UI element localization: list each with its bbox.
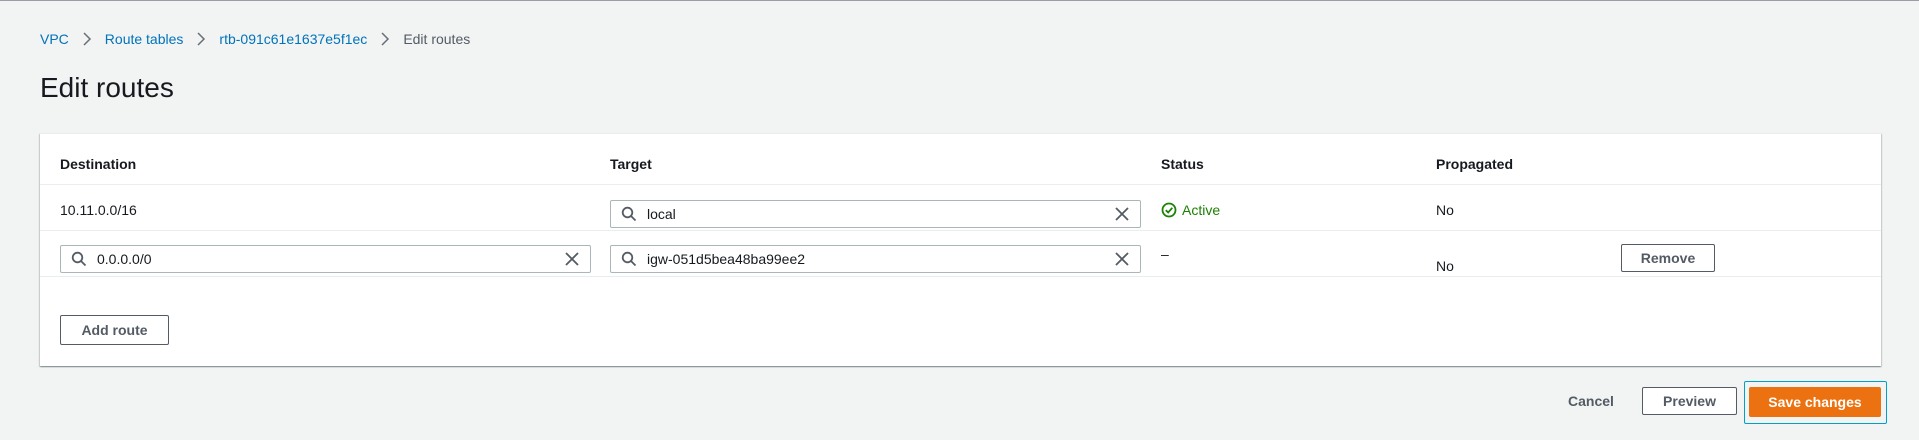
search-icon — [621, 251, 637, 267]
breadcrumb-route-table-id[interactable]: rtb-091c61e1637e5f1ec — [219, 31, 367, 47]
propagated-value: No — [1436, 202, 1454, 218]
add-route-button[interactable]: Add route — [60, 315, 169, 345]
cancel-button[interactable]: Cancel — [1554, 387, 1628, 415]
breadcrumb: VPC Route tables rtb-091c61e1637e5f1ec E… — [40, 29, 470, 49]
clear-icon[interactable] — [1114, 206, 1130, 222]
chevron-right-icon — [183, 29, 219, 49]
row-divider — [40, 184, 1881, 185]
row-divider — [40, 230, 1881, 231]
destination-input[interactable]: 0.0.0.0/0 — [60, 245, 591, 273]
breadcrumb-route-tables[interactable]: Route tables — [105, 31, 184, 47]
routes-table: Destination Target Status Propagated 10.… — [40, 133, 1881, 366]
search-icon — [621, 206, 637, 222]
breadcrumb-current: Edit routes — [403, 31, 471, 47]
breadcrumb-vpc[interactable]: VPC — [40, 31, 69, 47]
destination-value: 10.11.0.0/16 — [60, 202, 137, 218]
propagated-value: No — [1436, 258, 1454, 274]
destination-value: 0.0.0.0/0 — [97, 251, 152, 267]
clear-icon[interactable] — [564, 251, 580, 267]
target-value: igw-051d5bea48ba99ee2 — [647, 251, 806, 267]
header-target: Target — [610, 156, 652, 172]
chevron-right-icon — [69, 29, 105, 49]
status-text: Active — [1182, 202, 1221, 218]
search-icon — [71, 251, 87, 267]
status-badge: Active — [1161, 202, 1220, 218]
target-input[interactable]: igw-051d5bea48ba99ee2 — [610, 245, 1141, 273]
row-divider — [40, 276, 1881, 277]
save-changes-button[interactable]: Save changes — [1749, 387, 1881, 417]
target-value: local — [647, 206, 676, 222]
check-circle-icon — [1161, 202, 1177, 218]
chevron-right-icon — [367, 29, 403, 49]
remove-button[interactable]: Remove — [1621, 244, 1715, 272]
target-input[interactable]: local — [610, 200, 1141, 228]
header-status: Status — [1161, 156, 1204, 172]
preview-button[interactable]: Preview — [1642, 387, 1737, 415]
header-propagated: Propagated — [1436, 156, 1514, 172]
page-title: Edit routes — [40, 72, 174, 103]
clear-icon[interactable] — [1114, 251, 1130, 267]
header-destination: Destination — [60, 156, 137, 172]
status-value: – — [1161, 246, 1169, 262]
